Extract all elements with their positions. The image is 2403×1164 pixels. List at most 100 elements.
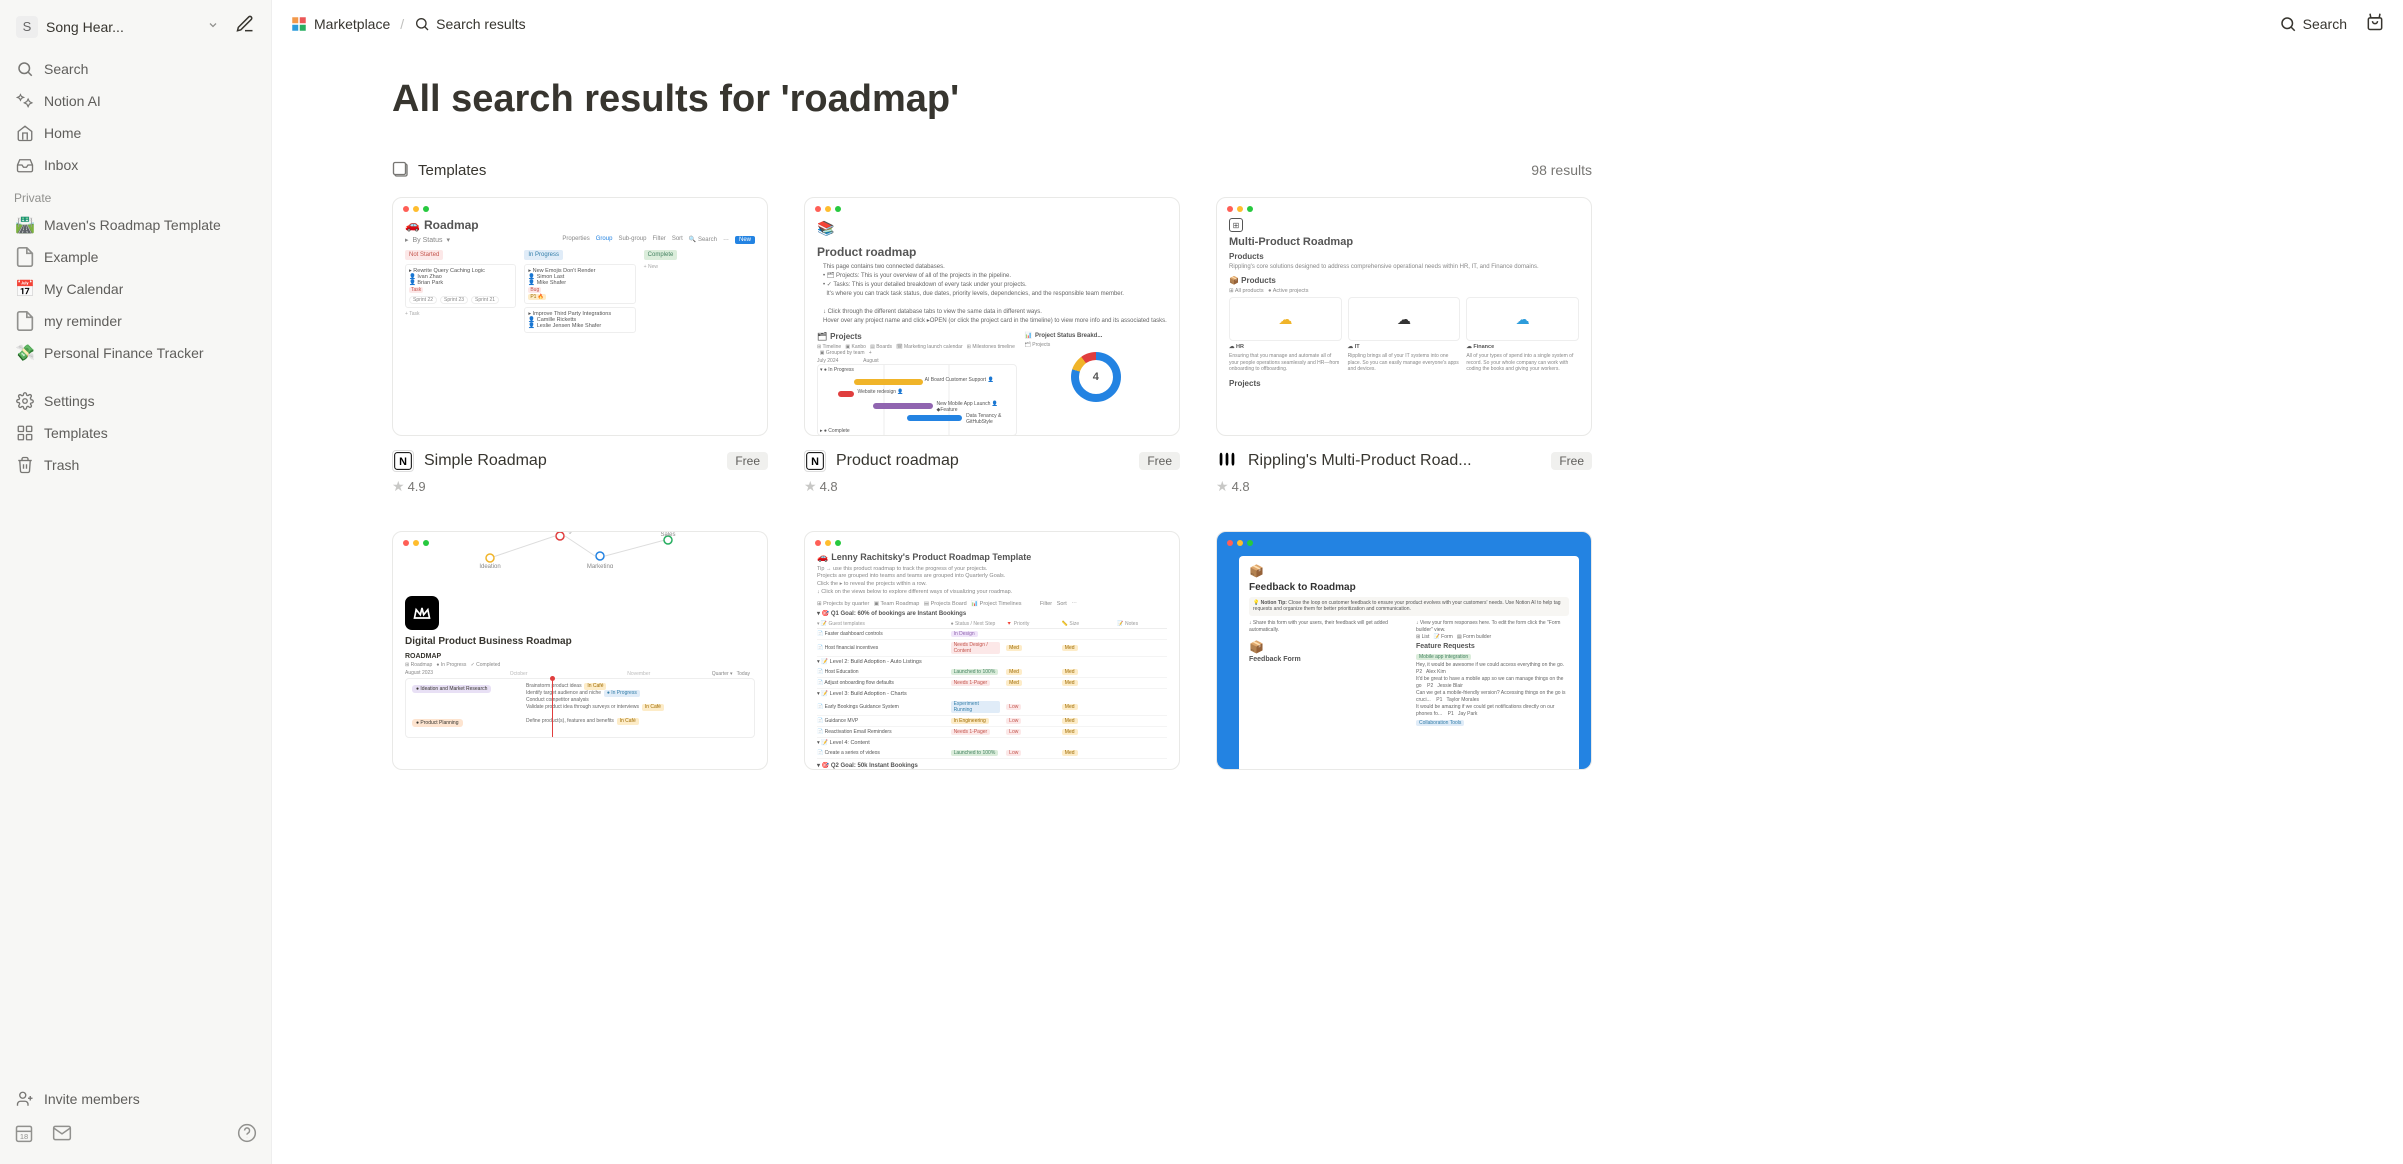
- top-search-label: Search: [2303, 16, 2347, 32]
- page-title: All search results for 'roadmap': [392, 78, 1592, 121]
- page-label: Personal Finance Tracker: [44, 345, 204, 361]
- sidebar-label: Inbox: [44, 157, 78, 173]
- svg-text:Sales: Sales: [660, 532, 675, 538]
- sidebar-settings[interactable]: Settings: [4, 386, 267, 416]
- calendar-icon[interactable]: 18: [14, 1123, 34, 1148]
- template-card-rippling[interactable]: ⊞ Multi-Product Roadmap Products Ripplin…: [1216, 197, 1592, 495]
- breadcrumb-label: Marketplace: [314, 16, 390, 32]
- sidebar-templates[interactable]: Templates: [4, 418, 267, 448]
- sidebar-search[interactable]: Search: [4, 54, 267, 84]
- gear-icon: [14, 390, 36, 412]
- svg-text:Planning: Planning: [548, 531, 571, 534]
- section-header: Templates 98 results: [392, 161, 1592, 179]
- sidebar: S Song Hear... Search Notion AI Home: [0, 0, 272, 1164]
- page-label: My Calendar: [44, 281, 123, 297]
- template-thumbnail: 🚗 Roadmap ▸ By Status ▾ PropertiesGroupS…: [392, 197, 768, 436]
- card-rating: ★4.9: [392, 478, 768, 495]
- page-example[interactable]: Example: [4, 242, 267, 272]
- search-icon: [14, 58, 36, 80]
- page-my-reminder[interactable]: my reminder: [4, 306, 267, 336]
- template-card-product-roadmap[interactable]: 📚 Product roadmap This page contains two…: [804, 197, 1180, 495]
- sidebar-label: Settings: [44, 393, 95, 409]
- main: Marketplace / Search results Search All …: [272, 0, 2403, 1164]
- star-icon: ★: [804, 478, 817, 495]
- template-thumbnail: 📚 Product roadmap This page contains two…: [804, 197, 1180, 436]
- price-badge: Free: [1139, 452, 1180, 470]
- page-emoji: 📅: [14, 279, 36, 299]
- search-icon: [2279, 15, 2297, 33]
- sidebar-label: Trash: [44, 457, 79, 473]
- sidebar-label: Invite members: [44, 1091, 140, 1107]
- card-title: Simple Roadmap: [424, 452, 717, 470]
- templates-icon: [392, 161, 410, 179]
- sidebar-inbox[interactable]: Inbox: [4, 150, 267, 180]
- section-title: Templates: [418, 162, 486, 179]
- search-icon: [414, 16, 430, 32]
- sparkle-icon: [14, 90, 36, 112]
- help-icon[interactable]: [237, 1123, 257, 1148]
- svg-text:N: N: [399, 456, 407, 468]
- workspace-name: Song Hear...: [46, 19, 201, 35]
- card-title: Product roadmap: [836, 452, 1129, 470]
- templates-icon: [14, 422, 36, 444]
- breadcrumb: Marketplace / Search results: [290, 15, 526, 33]
- page-maven-roadmap[interactable]: 🛣️ Maven's Roadmap Template: [4, 210, 267, 240]
- result-count: 98 results: [1531, 162, 1592, 178]
- sidebar-notion-ai[interactable]: Notion AI: [4, 86, 267, 116]
- template-card-digital-product[interactable]: Ideation Planning Marketing Sales Digita…: [392, 531, 768, 770]
- svg-text:18: 18: [20, 1132, 28, 1141]
- breadcrumb-search-results[interactable]: Search results: [414, 16, 525, 32]
- cart-button[interactable]: [2365, 12, 2385, 37]
- star-icon: ★: [392, 478, 405, 495]
- mail-icon[interactable]: [52, 1123, 72, 1148]
- top-search-button[interactable]: Search: [2279, 15, 2347, 33]
- page-emoji: 🛣️: [14, 215, 36, 235]
- sidebar-label: Templates: [44, 425, 108, 441]
- page-label: Maven's Roadmap Template: [44, 217, 221, 233]
- sidebar-trash[interactable]: Trash: [4, 450, 267, 480]
- trash-icon: [14, 454, 36, 476]
- page-finance-tracker[interactable]: 💸 Personal Finance Tracker: [4, 338, 267, 368]
- svg-text:Ideation: Ideation: [479, 564, 500, 568]
- home-icon: [14, 122, 36, 144]
- sidebar-label: Search: [44, 61, 88, 77]
- template-thumbnail: 📦 Feedback to Roadmap 💡 Notion Tip: Clos…: [1216, 531, 1592, 770]
- template-grid: 🚗 Roadmap ▸ By Status ▾ PropertiesGroupS…: [392, 197, 1592, 770]
- new-page-button[interactable]: [235, 14, 255, 39]
- rippling-icon: [1216, 450, 1238, 472]
- notion-icon: N: [804, 450, 826, 472]
- chevron-down-icon: [207, 18, 219, 36]
- template-card-lenny[interactable]: 🚗 Lenny Rachitsky's Product Roadmap Temp…: [804, 531, 1180, 770]
- card-rating: ★4.8: [804, 478, 1180, 495]
- svg-text:Marketing: Marketing: [587, 564, 613, 568]
- page-emoji: 💸: [14, 343, 36, 363]
- card-title: Rippling's Multi-Product Road...: [1248, 452, 1541, 470]
- sidebar-footer: 18: [0, 1115, 271, 1156]
- page-icon: [14, 310, 36, 332]
- page-my-calendar[interactable]: 📅 My Calendar: [4, 274, 267, 304]
- star-icon: ★: [1216, 478, 1229, 495]
- user-plus-icon: [14, 1088, 36, 1110]
- marketplace-icon: [290, 15, 308, 33]
- sidebar-home[interactable]: Home: [4, 118, 267, 148]
- invite-members[interactable]: Invite members: [4, 1084, 267, 1114]
- page-icon: [14, 246, 36, 268]
- sidebar-label: Notion AI: [44, 93, 101, 109]
- price-badge: Free: [1551, 452, 1592, 470]
- template-thumbnail: ⊞ Multi-Product Roadmap Products Ripplin…: [1216, 197, 1592, 436]
- breadcrumb-marketplace[interactable]: Marketplace: [290, 15, 390, 33]
- topbar: Marketplace / Search results Search: [272, 0, 2403, 48]
- template-card-feedback[interactable]: 📦 Feedback to Roadmap 💡 Notion Tip: Clos…: [1216, 531, 1592, 770]
- workspace-switcher[interactable]: S Song Hear...: [8, 10, 263, 43]
- breadcrumb-label: Search results: [436, 16, 525, 32]
- section-private-label: Private: [0, 181, 271, 209]
- inbox-icon: [14, 154, 36, 176]
- card-rating: ★4.8: [1216, 478, 1592, 495]
- page-label: Example: [44, 249, 98, 265]
- template-card-simple-roadmap[interactable]: 🚗 Roadmap ▸ By Status ▾ PropertiesGroupS…: [392, 197, 768, 495]
- template-thumbnail: Ideation Planning Marketing Sales Digita…: [392, 531, 768, 770]
- page-label: my reminder: [44, 313, 122, 329]
- notion-icon: N: [392, 450, 414, 472]
- template-thumbnail: 🚗 Lenny Rachitsky's Product Roadmap Temp…: [804, 531, 1180, 770]
- sidebar-label: Home: [44, 125, 81, 141]
